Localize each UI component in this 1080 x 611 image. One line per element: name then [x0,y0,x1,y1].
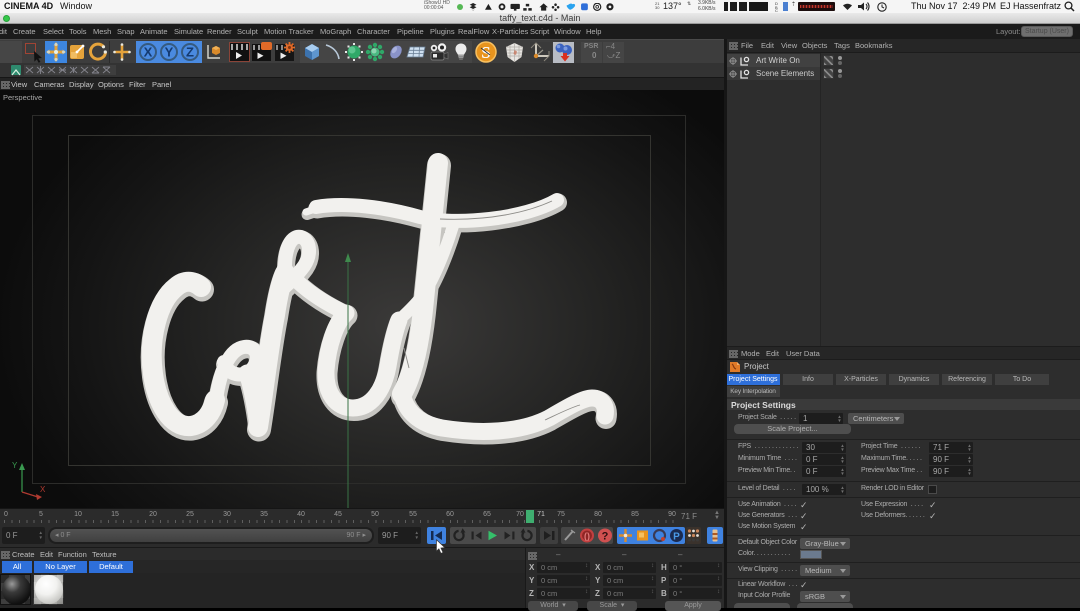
svg-text:Z: Z [186,45,194,60]
svg-text:?: ? [602,531,609,543]
svg-text:(): () [584,531,590,541]
svg-text:X: X [144,45,153,60]
svg-text:P: P [673,532,680,543]
svg-text:Y: Y [165,45,174,60]
svg-text:Y: Y [12,461,18,470]
svg-text:X: X [40,485,46,494]
